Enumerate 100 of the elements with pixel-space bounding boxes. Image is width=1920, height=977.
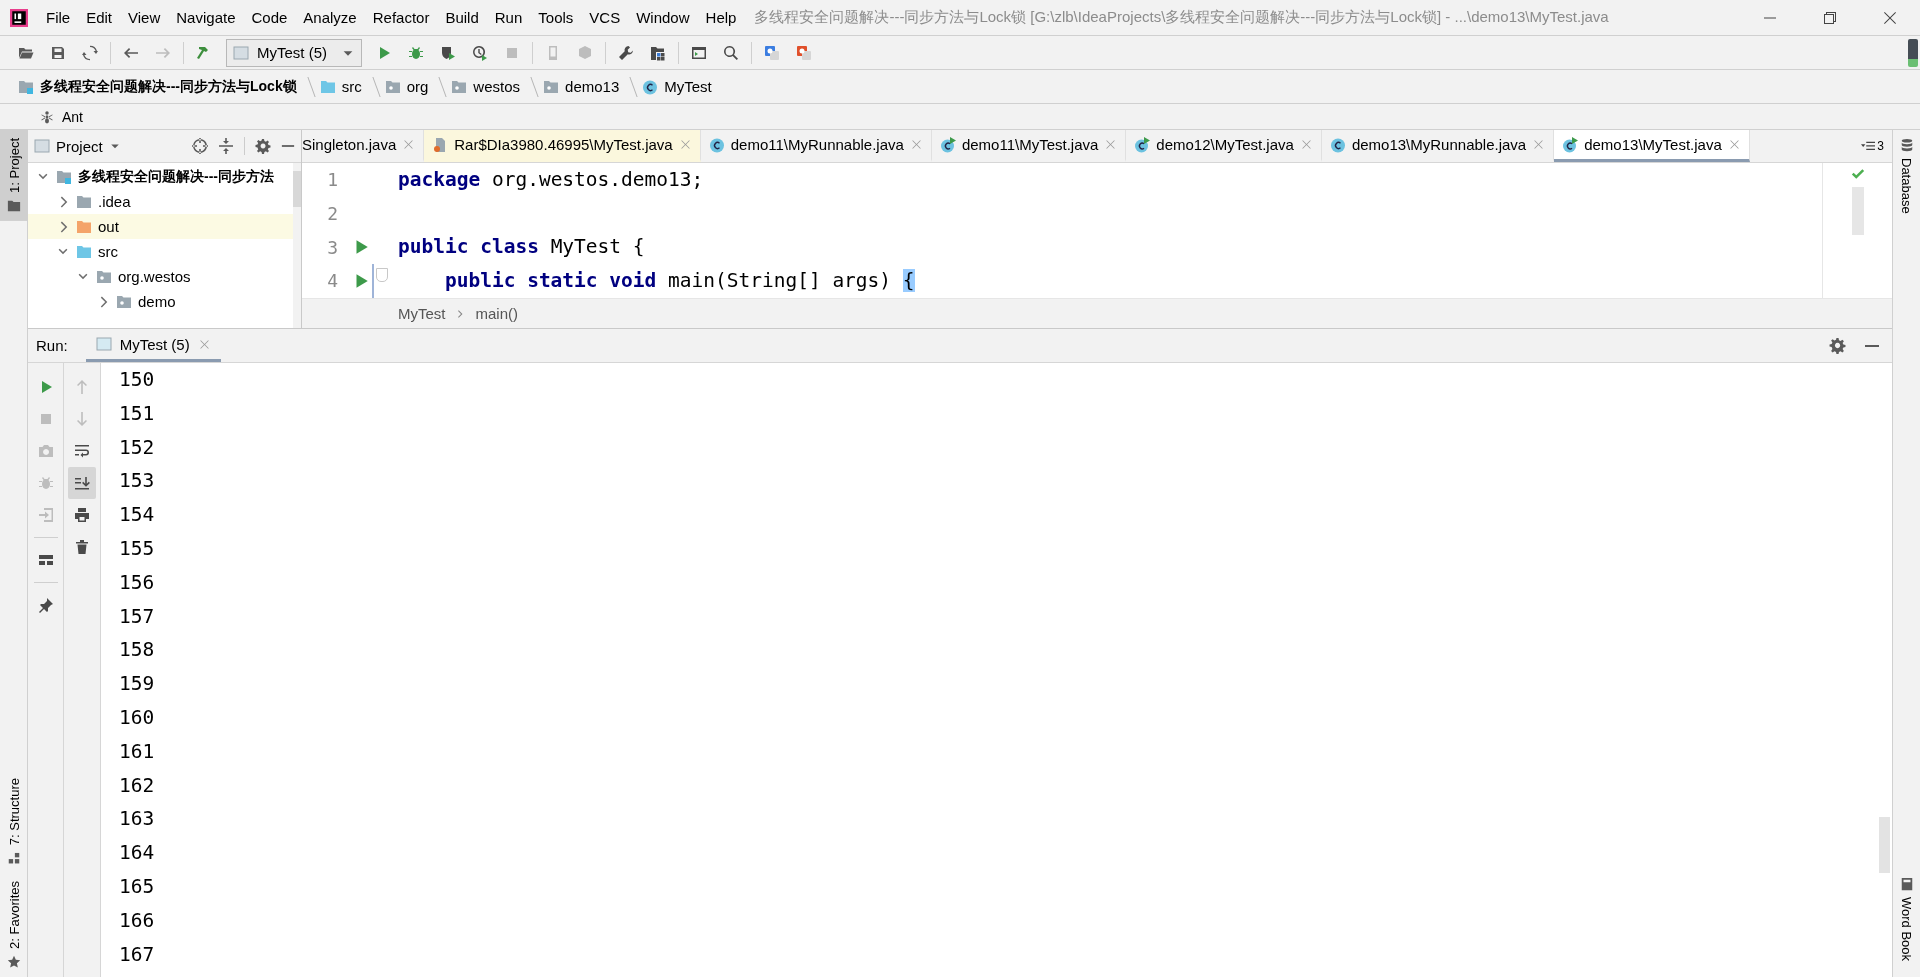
breadcrumb-item[interactable]: 多线程安全问题解决---同步方法与Lock锁 — [40, 77, 297, 96]
editor-tab[interactable]: demo11\MyRunnable.java — [700, 130, 932, 162]
console-output-line: 150 — [119, 368, 155, 391]
tool-window-tab[interactable]: 7: Structure — [0, 769, 28, 874]
layout-icon[interactable] — [37, 552, 54, 568]
tree-item[interactable]: src — [98, 243, 118, 260]
run-configuration-dropdown[interactable]: MyTest (5) — [226, 38, 362, 67]
line-number: 1 — [326, 169, 338, 191]
folder-grid-icon[interactable] — [650, 44, 666, 61]
editor-tab[interactable]: demo13\MyTest.java — [1554, 130, 1750, 162]
console-output-line: 153 — [119, 469, 155, 493]
breadcrumb-item[interactable]: MyTest — [398, 305, 446, 322]
console-output-line: 161 — [119, 739, 155, 763]
folder-icon — [76, 218, 92, 235]
scrollbar-thumb[interactable] — [1879, 817, 1890, 873]
breadcrumb-item[interactable]: MyTest — [664, 78, 712, 95]
translate-icon[interactable] — [764, 44, 780, 61]
console-output-line: 167 — [119, 942, 155, 966]
tool-window-tab[interactable]: Word Book — [1892, 876, 1920, 961]
save-icon[interactable] — [50, 44, 66, 61]
console-output-line: 162 — [119, 773, 155, 797]
menu-item[interactable]: Code — [243, 9, 296, 26]
wrench-icon[interactable] — [618, 44, 634, 61]
console-output-line: 158 — [119, 638, 155, 662]
code-line: package org.westos.demo13; — [398, 168, 704, 191]
bug-icon[interactable] — [408, 44, 424, 61]
breadcrumb-item[interactable]: src — [341, 78, 362, 95]
menu-item[interactable]: Run — [486, 9, 531, 26]
database-icon — [1899, 138, 1914, 152]
tab-list-button[interactable]: 3 — [1853, 130, 1892, 162]
breadcrumb-item[interactable]: westos — [473, 78, 521, 95]
menu-item[interactable]: Analyze — [295, 9, 365, 26]
editor-tab[interactable]: demo11\MyTest.java — [931, 130, 1127, 162]
tree-item[interactable]: demo — [138, 293, 176, 310]
breadcrumb-item[interactable]: demo13 — [565, 78, 620, 95]
crosshair-icon[interactable] — [192, 138, 208, 154]
tool-window-tab[interactable]: 2: Favorites — [0, 873, 28, 977]
toggle-button[interactable] — [68, 467, 96, 499]
ant-icon — [40, 109, 54, 124]
console-output-line: 152 — [119, 435, 155, 459]
breadcrumb-item[interactable]: main() — [475, 305, 519, 322]
tool-window-tab[interactable]: Database — [1892, 138, 1920, 214]
package-folder-icon — [116, 293, 132, 310]
class-icon — [708, 136, 725, 153]
tab-list-icon — [1861, 139, 1876, 153]
tree-item[interactable]: 多线程安全问题解决---同步方法 — [78, 167, 274, 186]
close-icon[interactable] — [1882, 9, 1898, 26]
editor-tab[interactable]: Rar$DIa3980.46995\MyTest.java — [424, 130, 701, 162]
shield-play-icon[interactable] — [440, 44, 456, 61]
structure-icon — [6, 851, 21, 866]
window-icon[interactable] — [691, 44, 707, 61]
console-output-line: 154 — [119, 503, 155, 527]
runnable-class-icon — [939, 136, 956, 153]
collapse-all-icon[interactable] — [218, 138, 234, 154]
refresh-icon[interactable] — [82, 44, 98, 61]
tree-item[interactable]: .idea — [98, 193, 131, 210]
tool-window-tab[interactable]: 1: Project — [0, 130, 28, 221]
console-output-line: 155 — [119, 537, 155, 560]
menu-item[interactable]: VCS — [581, 9, 629, 26]
package-folder-icon — [451, 78, 468, 95]
menu-item[interactable]: Build — [437, 9, 487, 26]
fold-marker-icon[interactable] — [376, 268, 388, 283]
code-line: public static void main(String[] args) { — [443, 269, 915, 293]
menu-item[interactable]: Help — [697, 9, 745, 26]
menu-item[interactable]: Navigate — [168, 9, 244, 26]
menu-item[interactable]: Tools — [530, 9, 582, 26]
ant-tool-button[interactable]: Ant — [62, 108, 83, 125]
console-output-line: 164 — [119, 841, 155, 865]
folder-icon — [76, 193, 92, 210]
editor-tab[interactable]: demo12\MyTest.java — [1126, 130, 1322, 162]
app-logo-icon — [10, 8, 28, 27]
menu-item[interactable]: File — [38, 9, 79, 26]
book-icon — [1899, 876, 1914, 891]
settings-icon[interactable] — [255, 138, 271, 154]
project-view-dropdown[interactable]: Project — [34, 137, 121, 155]
menu-item[interactable]: Window — [628, 9, 698, 26]
line-number: 3 — [326, 236, 338, 258]
menu-item[interactable]: Refactor — [364, 9, 438, 26]
pin-icon[interactable] — [37, 597, 54, 613]
chevron-right-icon — [457, 309, 464, 318]
restore-icon[interactable] — [1822, 9, 1838, 26]
console-output-line: 163 — [119, 807, 155, 831]
console-output-line: 159 — [119, 672, 155, 696]
menu-item[interactable]: Edit — [78, 9, 121, 26]
clock-icon[interactable] — [472, 44, 488, 61]
tree-item[interactable]: out — [98, 218, 119, 235]
memory-indicator[interactable] — [1908, 38, 1918, 67]
runnable-class-icon — [1562, 136, 1579, 153]
translate-icon[interactable] — [796, 44, 812, 61]
scrollbar-thumb[interactable] — [293, 171, 301, 207]
package-folder-icon — [384, 78, 401, 95]
console-output-line: 157 — [119, 604, 155, 628]
tree-item[interactable]: org.westos — [118, 268, 191, 285]
module-folder-icon — [18, 78, 34, 95]
scrollbar-thumb[interactable] — [1851, 187, 1864, 235]
search-icon[interactable] — [723, 44, 739, 61]
breadcrumb-item[interactable]: org — [406, 78, 429, 95]
menu-item[interactable]: View — [120, 9, 169, 26]
package-folder-icon — [543, 78, 560, 95]
settings-icon[interactable] — [1829, 337, 1846, 354]
